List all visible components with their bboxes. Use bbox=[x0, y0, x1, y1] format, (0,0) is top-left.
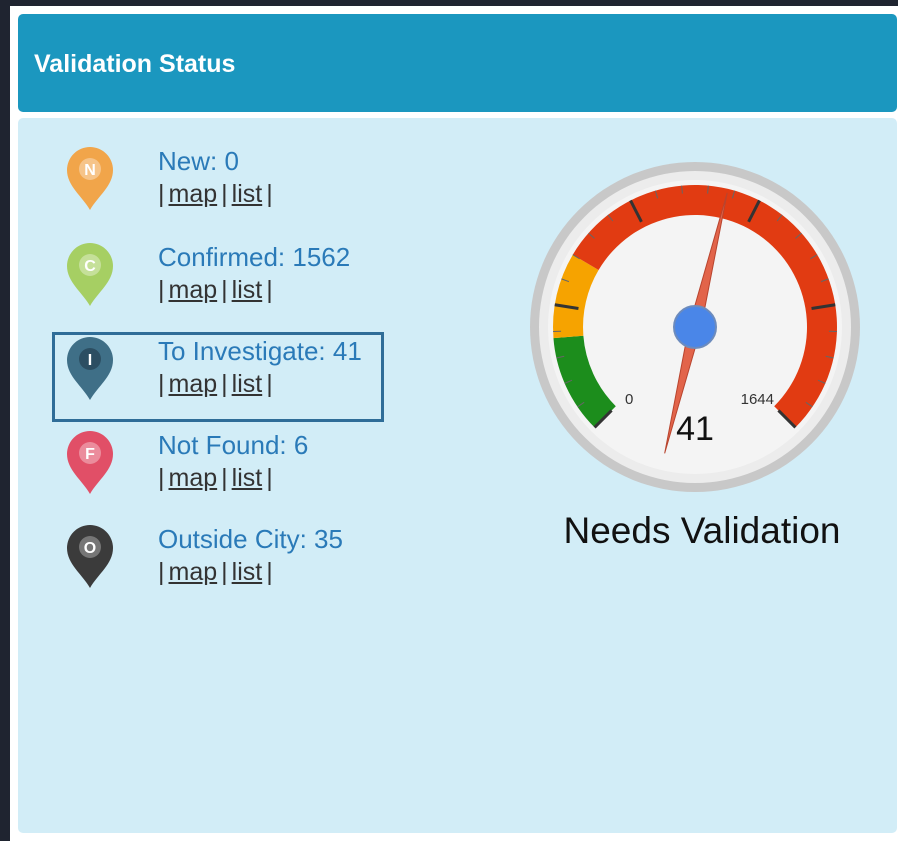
status-label-new: New: 0 bbox=[158, 146, 239, 176]
status-item-new: N New: 0 | map | list | bbox=[18, 146, 398, 238]
not-found-list-link[interactable]: list bbox=[228, 464, 267, 492]
panel-header: Validation Status bbox=[18, 14, 897, 112]
status-links-new: | map | list | bbox=[158, 180, 273, 208]
status-links-outside-city: | map | list | bbox=[158, 558, 273, 586]
svg-text:O: O bbox=[84, 540, 96, 557]
gauge-svg: 0 1644 41 bbox=[530, 162, 860, 492]
status-item-outside-city: O Outside City: 35 | map | list | bbox=[18, 524, 398, 616]
svg-text:N: N bbox=[84, 162, 96, 179]
new-list-link[interactable]: list bbox=[228, 180, 267, 208]
outside-city-pin-icon: O bbox=[64, 524, 116, 590]
status-links-not-found: | map | list | bbox=[158, 464, 273, 492]
confirmed-map-link[interactable]: map bbox=[165, 276, 222, 304]
gauge-caption: Needs Validation bbox=[563, 510, 841, 551]
svg-text:F: F bbox=[85, 446, 95, 463]
svg-text:C: C bbox=[84, 258, 96, 275]
status-label-not-found: Not Found: 6 bbox=[158, 430, 309, 460]
status-label-confirmed: Confirmed: 1562 bbox=[158, 242, 351, 272]
gauge-min-label: 0 bbox=[625, 391, 633, 408]
investigate-pin-icon: I bbox=[64, 336, 116, 402]
status-links-to-investigate: | map | list | bbox=[158, 370, 273, 398]
status-item-not-found: F Not Found: 6 | map | list | bbox=[18, 430, 398, 522]
status-item-confirmed: C Confirmed: 1562 | map | list | bbox=[18, 242, 398, 334]
status-label-outside-city: Outside City: 35 bbox=[158, 524, 343, 554]
new-map-link[interactable]: map bbox=[165, 180, 222, 208]
panel-body: N New: 0 | map | list | C Confirmed: 1562 | m… bbox=[18, 118, 897, 833]
status-links-confirmed: | map | list | bbox=[158, 276, 273, 304]
outside-city-map-link[interactable]: map bbox=[165, 558, 222, 586]
confirmed-list-link[interactable]: list bbox=[228, 276, 267, 304]
status-item-to-investigate[interactable]: I To Investigate: 41 | map | list | bbox=[18, 332, 398, 428]
outside-city-list-link[interactable]: list bbox=[228, 558, 267, 586]
gauge-hub bbox=[673, 305, 717, 349]
validation-gauge: 0 1644 41 bbox=[528, 160, 862, 494]
panel-title: Validation Status bbox=[34, 50, 236, 78]
new-pin-icon: N bbox=[64, 146, 116, 212]
confirmed-pin-icon: C bbox=[64, 242, 116, 308]
gauge-value-label: 41 bbox=[676, 410, 714, 448]
svg-text:I: I bbox=[88, 352, 92, 369]
investigate-list-link[interactable]: list bbox=[228, 370, 267, 398]
investigate-map-link[interactable]: map bbox=[165, 370, 222, 398]
not-found-pin-icon: F bbox=[64, 430, 116, 496]
not-found-map-link[interactable]: map bbox=[165, 464, 222, 492]
gauge-max-label: 1644 bbox=[741, 391, 774, 408]
status-label-to-investigate: To Investigate: 41 bbox=[158, 336, 362, 366]
